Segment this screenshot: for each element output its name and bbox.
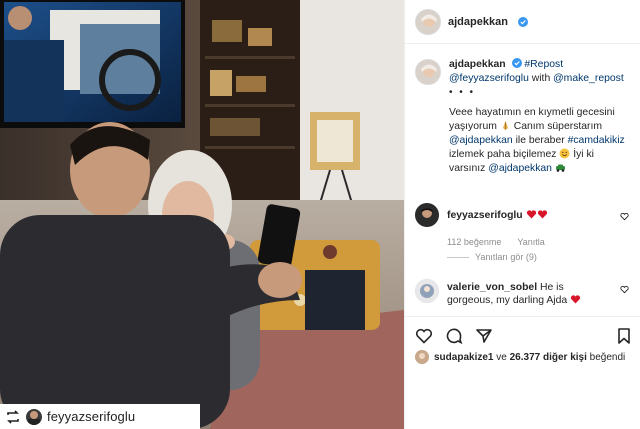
camdakikiz-hashtag[interactable]: #camdakikiz: [568, 135, 625, 146]
repost-username: feyyazserifoglu: [47, 409, 136, 424]
with-text: with: [528, 73, 554, 84]
caption-avatar[interactable]: [415, 59, 441, 85]
post-header: ajdapekkan: [405, 0, 640, 44]
caption-line2: Canım süperstarım: [513, 121, 603, 132]
comment-1-body: feyyazserifoglu 112 beğenme Yanıtla: [447, 203, 612, 249]
caption-block: ajdapekkan #Repost @feyyazserifoglu with…: [405, 44, 640, 176]
repost-avatar: [26, 408, 42, 425]
comment-2: valerie_von_sobel He is gorgeous, my dar…: [415, 279, 631, 307]
caption-line4: izlemek paha biçilemez: [449, 149, 557, 160]
heart-emoji: [526, 210, 536, 219]
comment-icon[interactable]: [445, 327, 463, 345]
pray-emoji: [502, 121, 508, 130]
caption-text: ajdapekkan #Repost @feyyazserifoglu with…: [449, 58, 630, 176]
repost-credit-bar: feyyazserifoglu: [0, 404, 200, 429]
author-username[interactable]: ajdapekkan: [448, 16, 508, 28]
smile-emoji: [559, 148, 570, 159]
post-side-panel: ajdapekkan ajdapekkan #Repost @feyyazser…: [404, 0, 640, 429]
heart-emoji: [570, 295, 581, 304]
likes-avatar[interactable]: [415, 350, 429, 364]
like-heart-icon[interactable]: [415, 327, 433, 345]
heart-outline-icon[interactable]: [620, 285, 629, 294]
repost-icon: [7, 409, 19, 424]
comment-1-meta: 112 beğenme Yanıtla: [447, 236, 612, 249]
comment-1: feyyazserifoglu 112 beğenme Yanıtla: [415, 203, 631, 249]
share-icon[interactable]: [475, 327, 493, 345]
comment-1-username[interactable]: feyyazserifoglu: [447, 210, 523, 221]
comment-1-likes[interactable]: 112 beğenme: [447, 236, 501, 249]
likes-suffix: beğendi: [586, 351, 626, 363]
car-emoji: [555, 164, 565, 172]
likes-summary: sudapakize1 ve 26.377 diğer kişi beğendi: [415, 350, 625, 364]
view-replies-label[interactable]: Yanıtları gör (9): [475, 252, 537, 262]
comment-2-avatar[interactable]: [415, 279, 439, 303]
bookmark-icon[interactable]: [615, 327, 633, 345]
view-replies[interactable]: Yanıtları gör (9): [447, 252, 537, 262]
repost-hashtag[interactable]: #Repost: [524, 59, 563, 70]
caption-line3: ile beraber: [512, 135, 568, 146]
caption-dots: • • •: [449, 87, 476, 98]
likes-first-user[interactable]: sudapakize1: [434, 352, 493, 363]
repost-user-mention[interactable]: @feyyazserifoglu: [449, 73, 529, 84]
comment-1-reply[interactable]: Yanıtla: [517, 236, 544, 249]
heart-outline-icon[interactable]: [620, 212, 629, 221]
comment-2-username[interactable]: valerie_von_sobel: [447, 282, 537, 293]
caption-username[interactable]: ajdapekkan: [449, 59, 506, 70]
caption-mention-ajda[interactable]: @ajdapekkan: [449, 135, 513, 146]
comment-2-body: valerie_von_sobel He is gorgeous, my dar…: [447, 281, 612, 307]
comment-1-avatar[interactable]: [415, 203, 439, 227]
post-photo[interactable]: feyyazserifoglu: [0, 0, 404, 429]
make-repost-mention[interactable]: @make_repost: [553, 73, 624, 84]
author-avatar[interactable]: [415, 8, 441, 35]
verified-icon: [511, 58, 522, 68]
replies-line: [447, 256, 469, 258]
likes-count[interactable]: 26.377 diğer kişi: [510, 352, 587, 363]
verified-icon: [517, 16, 528, 27]
selfie-photo: [0, 0, 404, 429]
heart-emoji: [537, 210, 547, 219]
likes-middle: ve: [493, 351, 510, 363]
caption-mention-ajda2[interactable]: @ajdapekkan: [488, 163, 552, 174]
